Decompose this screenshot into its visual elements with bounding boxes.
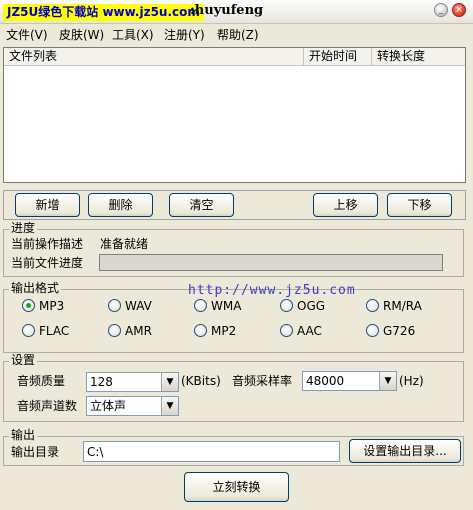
format-label-mp3[interactable]: MP3 [39, 299, 64, 313]
current-op-value: 准备就绪 [100, 237, 149, 251]
menu-file[interactable]: 文件(V) [6, 28, 48, 42]
clear-button[interactable]: 清空 [169, 193, 234, 217]
watermark-banner: JZ5U绿色下载站 www.jz5u.com [3, 4, 204, 21]
format-label-wma[interactable]: WMA [211, 299, 241, 313]
format-radio-aac[interactable] [280, 324, 293, 337]
format-label-aac[interactable]: AAC [297, 324, 322, 338]
format-label-g726[interactable]: G726 [383, 324, 415, 338]
title-bar[interactable]: JZ5U绿色下载站 www.jz5u.com :huyufeng _ × [0, 0, 473, 24]
quality-label: 音频质量 [17, 374, 66, 388]
settings-legend: 设置 [9, 353, 38, 367]
channel-label: 音频声道数 [17, 399, 78, 413]
file-list[interactable]: 文件列表 开始时间 转换长度 [3, 47, 466, 183]
format-radio-amr[interactable] [108, 324, 121, 337]
quality-select[interactable]: 128 ▼ [86, 372, 179, 392]
format-label-amr[interactable]: AMR [125, 324, 152, 338]
menu-register[interactable]: 注册(Y) [164, 28, 205, 42]
column-header-length[interactable]: 转换长度 [372, 48, 465, 66]
format-label-ogg[interactable]: OGG [297, 299, 325, 313]
output-legend: 输出 [9, 428, 38, 442]
format-radio-rm-ra[interactable] [366, 299, 379, 312]
output-dir-value: C:\ [87, 445, 104, 459]
format-radio-wav[interactable] [108, 299, 121, 312]
chevron-down-icon[interactable]: ▼ [379, 372, 396, 390]
close-button[interactable]: × [452, 3, 466, 17]
format-label-wav[interactable]: WAV [125, 299, 152, 313]
format-legend: 输出格式 [9, 281, 62, 295]
sample-rate-select[interactable]: 48000 ▼ [302, 371, 397, 391]
format-radio-ogg[interactable] [280, 299, 293, 312]
move-up-button[interactable]: 上移 [313, 193, 378, 217]
set-output-dir-button[interactable]: 设置输出目录... [349, 439, 461, 463]
format-radio-wma[interactable] [194, 299, 207, 312]
url-watermark: http://www.jz5u.com [188, 283, 356, 298]
format-label-flac[interactable]: FLAC [39, 324, 69, 338]
quality-unit: (KBits) [181, 374, 221, 388]
menu-help[interactable]: 帮助(Z) [217, 28, 259, 42]
current-op-label: 当前操作描述 [11, 237, 84, 251]
progress-legend: 进度 [9, 221, 38, 235]
radio-selected-dot [26, 303, 31, 308]
column-header-start-time[interactable]: 开始时间 [304, 48, 372, 66]
output-dir-label: 输出目录 [11, 445, 60, 459]
format-radio-g726[interactable] [366, 324, 379, 337]
format-radio-mp2[interactable] [194, 324, 207, 337]
file-progress-bar [99, 254, 443, 271]
delete-button[interactable]: 删除 [88, 193, 153, 217]
minimize-button[interactable]: _ [434, 3, 448, 17]
format-label-mp2[interactable]: MP2 [211, 324, 236, 338]
channel-value: 立体声 [90, 399, 127, 413]
chevron-down-icon[interactable]: ▼ [161, 373, 178, 391]
quality-value: 128 [90, 375, 113, 389]
convert-button[interactable]: 立刻转换 [184, 472, 289, 502]
output-dir-input[interactable]: C:\ [83, 441, 340, 462]
chevron-down-icon[interactable]: ▼ [161, 397, 178, 415]
channel-select[interactable]: 立体声 ▼ [86, 396, 179, 416]
column-header-file[interactable]: 文件列表 [4, 48, 304, 66]
menu-skin[interactable]: 皮肤(W) [59, 28, 104, 42]
file-progress-label: 当前文件进度 [11, 256, 84, 270]
sample-rate-value: 48000 [306, 374, 345, 388]
menu-tools[interactable]: 工具(X) [112, 28, 154, 42]
move-down-button[interactable]: 下移 [387, 193, 452, 217]
menu-bar: 文件(V) 皮肤(W) 工具(X) 注册(Y) 帮助(Z) [0, 25, 473, 45]
sample-rate-unit: (Hz) [399, 374, 424, 388]
format-radio-mp3[interactable] [22, 299, 35, 312]
add-button[interactable]: 新增 [15, 193, 80, 217]
sample-rate-label: 音频采样率 [232, 374, 293, 388]
format-label-rm-ra[interactable]: RM/RA [383, 299, 422, 313]
window-title: :huyufeng [190, 3, 264, 18]
format-radio-flac[interactable] [22, 324, 35, 337]
